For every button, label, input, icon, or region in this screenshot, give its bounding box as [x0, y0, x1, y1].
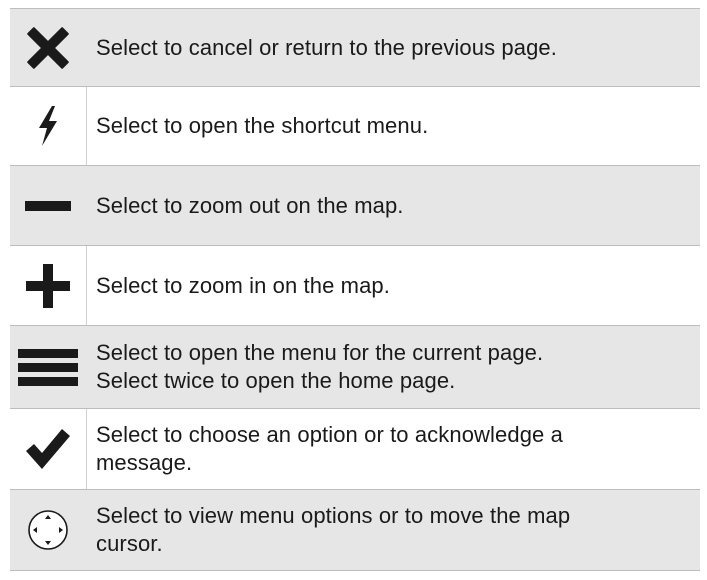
description-text: Select to choose an option or to acknowl… [87, 409, 700, 489]
checkmark-icon [26, 429, 70, 469]
table-row: Select to zoom in on the map. [10, 246, 700, 326]
row-text: Select to cancel or return to the previo… [96, 34, 557, 60]
icon-legend-table: Select to cancel or return to the previo… [10, 8, 700, 571]
row-text: Select to zoom out on the map. [96, 192, 404, 218]
icon-cell [10, 246, 87, 325]
row-text-line: Select to open the menu for the current … [96, 340, 544, 365]
direction-pad-icon [27, 509, 69, 551]
minus-icon [25, 200, 71, 212]
description-text: Select to zoom out on the map. [87, 166, 700, 245]
table-row: Select to view menu options or to move t… [10, 490, 700, 571]
close-icon [26, 26, 70, 70]
row-text-line: Select twice to open the home page. [96, 368, 456, 393]
row-text-line: Select to choose an option or to acknowl… [96, 422, 563, 447]
table-row: Select to open the shortcut menu. [10, 87, 700, 166]
description-text: Select to open the menu for the current … [87, 326, 700, 408]
icon-cell [10, 9, 87, 86]
description-text: Select to zoom in on the map. [87, 246, 700, 325]
icon-cell [10, 409, 87, 489]
icon-cell [10, 166, 87, 245]
table-row: Select to open the menu for the current … [10, 326, 700, 409]
icon-cell [10, 87, 87, 165]
icon-cell [10, 490, 87, 570]
icon-cell [10, 326, 87, 408]
row-text-line: cursor. [96, 531, 163, 556]
table-row: Select to zoom out on the map. [10, 166, 700, 246]
description-text: Select to view menu options or to move t… [87, 490, 700, 570]
menu-icon [18, 348, 78, 386]
plus-icon [26, 263, 70, 308]
lightning-bolt-icon [36, 106, 60, 146]
table-row: Select to choose an option or to acknowl… [10, 409, 700, 490]
description-text: Select to open the shortcut menu. [87, 87, 700, 165]
row-text: Select to zoom in on the map. [96, 272, 390, 298]
row-text-line: Select to view menu options or to move t… [96, 503, 571, 528]
description-text: Select to cancel or return to the previo… [87, 9, 700, 86]
row-text-line: message. [96, 450, 193, 475]
row-text: Select to open the shortcut menu. [96, 113, 429, 138]
table-row: Select to cancel or return to the previo… [10, 9, 700, 87]
